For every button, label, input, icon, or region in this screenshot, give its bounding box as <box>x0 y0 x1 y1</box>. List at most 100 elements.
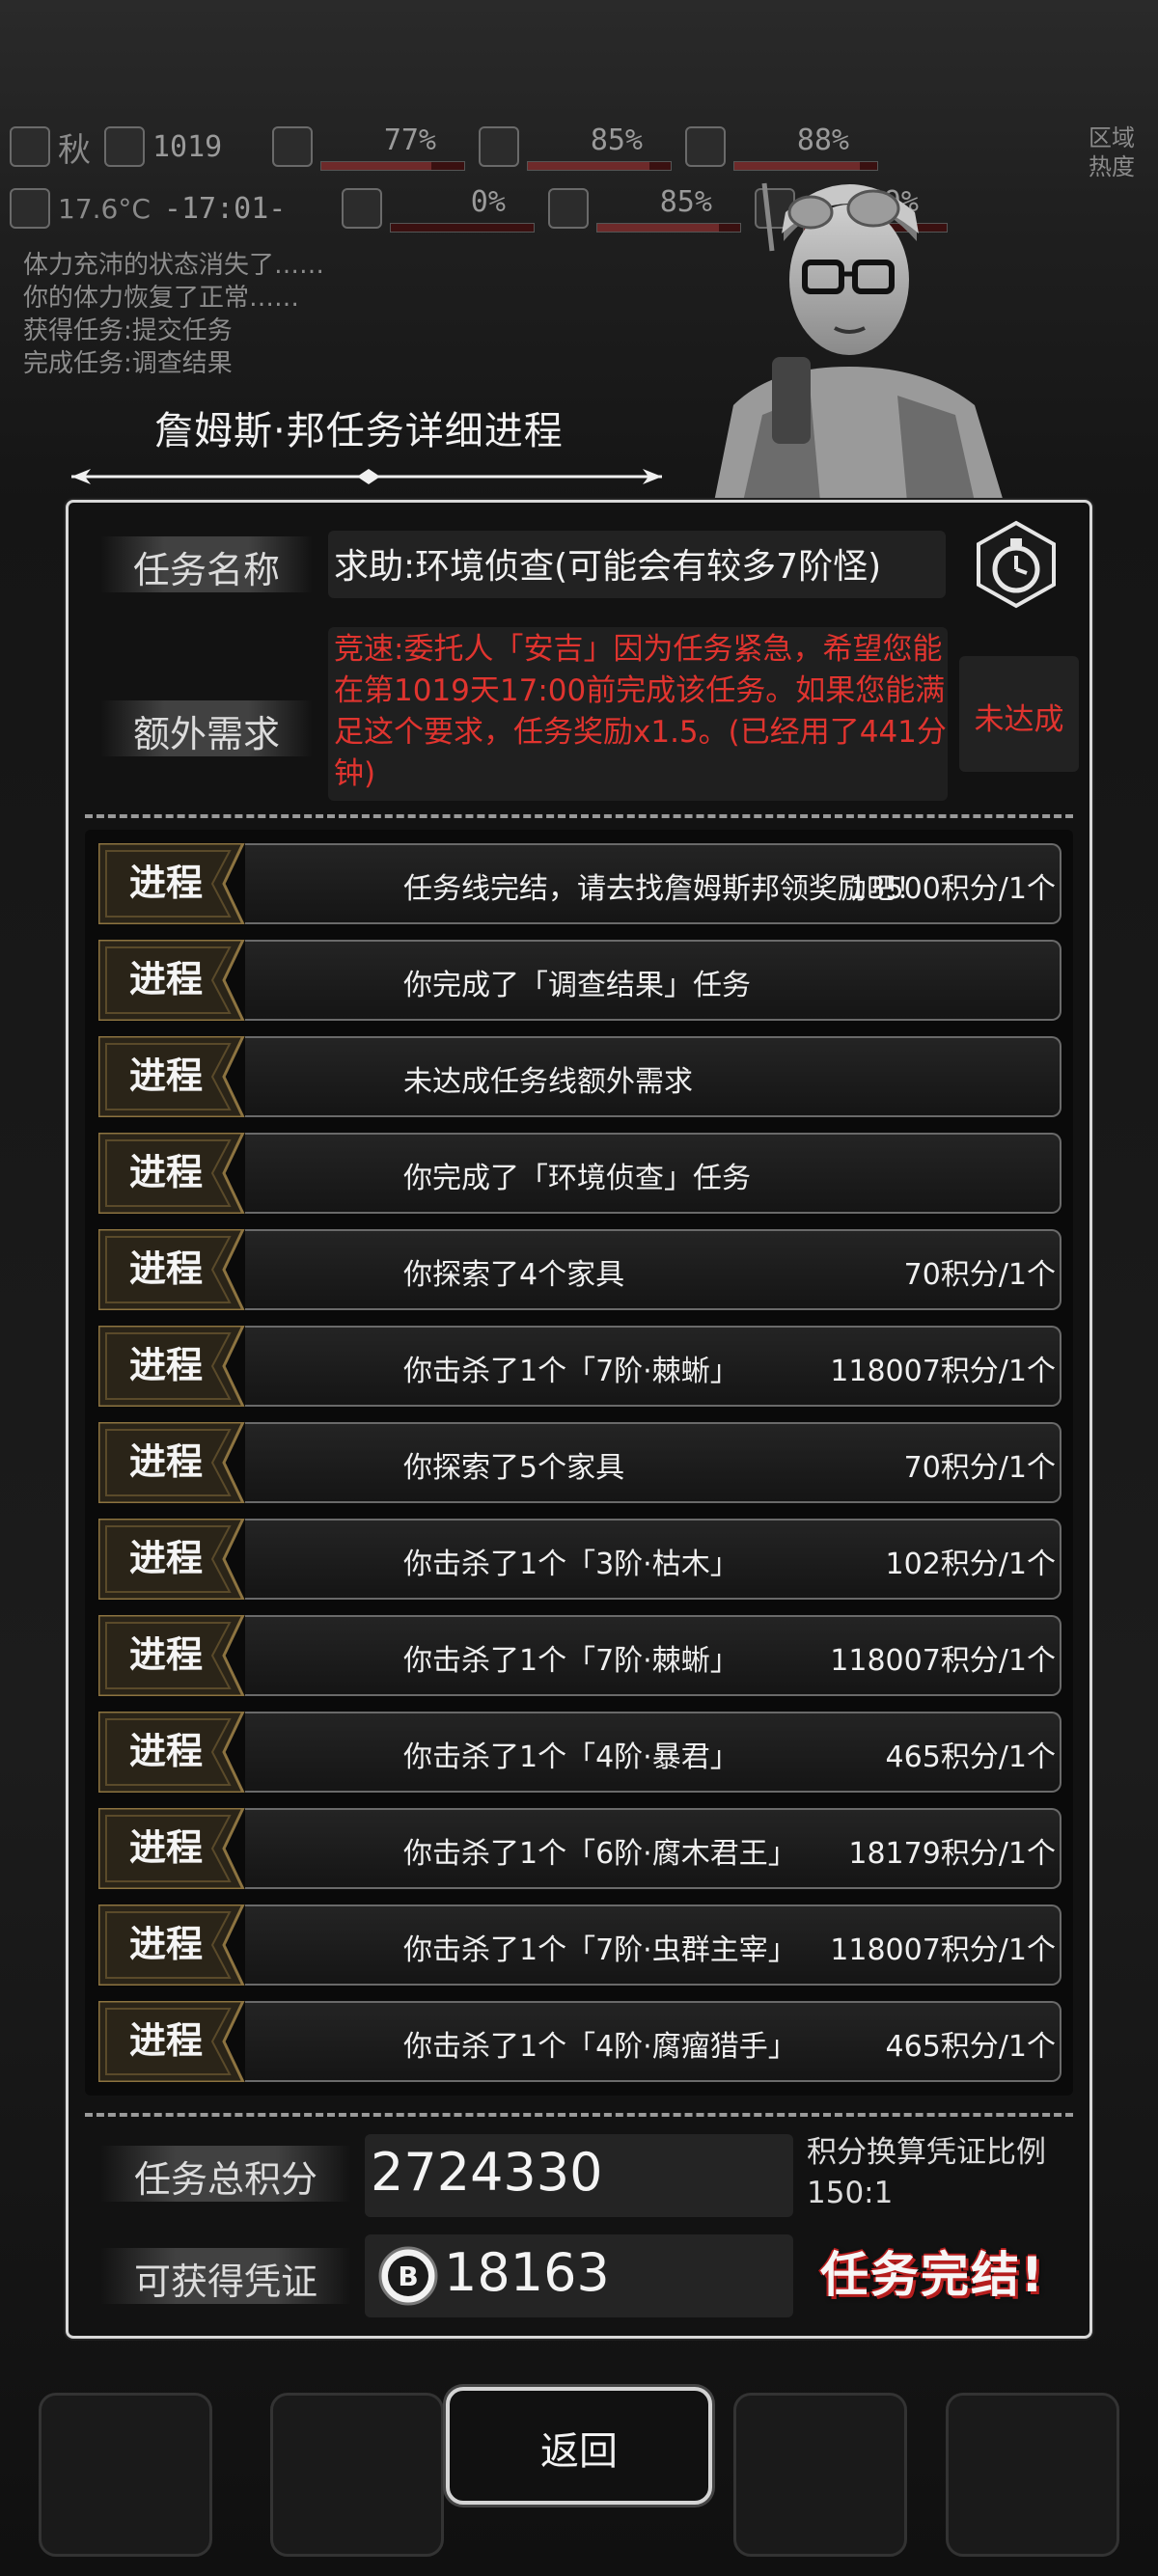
temperature-text: 17.6°C <box>58 192 151 225</box>
hunger-value: 85% <box>590 123 643 157</box>
progress-row: 进程 你击杀了1个「7阶·虫群主宰」 118007积分/1个 <box>98 1901 1062 1986</box>
infection-bar <box>389 222 535 233</box>
progress-row-body: 你探索了4个家具 70积分/1个 <box>245 1229 1062 1310</box>
svg-text:B: B <box>398 2261 418 2292</box>
progress-tag: 进程 <box>128 1826 203 1869</box>
progress-tag: 进程 <box>128 1730 203 1772</box>
log-line: 你的体力恢复了正常…… <box>23 284 300 313</box>
clock: -17:01- <box>164 192 328 226</box>
progress-points: 70积分/1个 <box>903 1451 1056 1485</box>
exchange-ratio: 积分换算凭证比例 150:1 <box>807 2132 1046 2213</box>
eye-icon <box>341 188 382 229</box>
health-stat: 77% <box>272 123 465 171</box>
progress-row: 进程 你击杀了1个「4阶·腐瘤猎手」 465积分/1个 <box>98 1997 1062 2082</box>
progress-row: 进程 你完成了「环境侦查」任务 <box>98 1129 1062 1214</box>
progress-description: 你击杀了1个「7阶·虫群主宰」 <box>403 1933 797 1967</box>
task-name-label: 任务名称 <box>132 549 280 591</box>
stopwatch-icon <box>977 520 1056 609</box>
progress-row-body: 你击杀了1个「7阶·虫群主宰」 118007积分/1个 <box>245 1905 1062 1986</box>
progress-points: 70积分/1个 <box>903 1258 1056 1292</box>
skills-nav-button <box>270 2393 444 2557</box>
stamina-stat: 88% <box>685 123 878 171</box>
progress-tag: 进程 <box>128 1633 203 1676</box>
progress-tag: 进程 <box>128 1923 203 1965</box>
progress-row-body: 你探索了5个家具 70积分/1个 <box>245 1422 1062 1503</box>
hunger-stat: 85% <box>479 123 672 171</box>
calendar-icon <box>104 126 145 167</box>
progress-tag: 进程 <box>128 2019 203 2062</box>
area-heat-label: 区域热度 <box>1089 124 1135 180</box>
progress-tag: 进程 <box>128 1247 203 1290</box>
progress-row-body: 你击杀了1个「7阶·棘蜥」 118007积分/1个 <box>245 1615 1062 1696</box>
progress-description: 你探索了4个家具 <box>403 1258 625 1292</box>
progress-row-body: 你击杀了1个「4阶·暴君」 465积分/1个 <box>245 1712 1062 1793</box>
progress-row: 进程 你击杀了1个「6阶·腐木君王」 18179积分/1个 <box>98 1804 1062 1889</box>
progress-points: 118007积分/1个 <box>830 1933 1056 1967</box>
progress-points: 18179积分/1个 <box>848 1837 1056 1871</box>
progress-tag: 进程 <box>128 1151 203 1193</box>
progress-row: 进程 你击杀了1个「4阶·暴君」 465积分/1个 <box>98 1708 1062 1793</box>
hud-status-row-top: 秋 1019 77% 85% 88% <box>10 118 878 176</box>
progress-description: 你击杀了1个「3阶·枯木」 <box>403 1548 739 1581</box>
progress-row-body: 你击杀了1个「7阶·棘蜥」 118007积分/1个 <box>245 1326 1062 1407</box>
task-name-value: 求助:环境侦查(可能会有较多7阶怪) <box>334 547 882 587</box>
season-indicator: 秋 <box>10 123 91 171</box>
infection-value: 0% <box>470 184 506 219</box>
progress-tag: 进程 <box>128 1055 203 1097</box>
log-line: 获得任务:提交任务 <box>23 316 233 345</box>
quest-giver-portrait <box>714 182 1004 502</box>
clock-text: -17:01- <box>163 191 287 226</box>
stomach-icon <box>479 126 519 167</box>
exchange-ratio-value: 150:1 <box>807 2176 894 2210</box>
event-log: 体力充沛的状态消失了…… 你的体力恢复了正常…… 获得任务:提交任务 完成任务:… <box>23 249 324 380</box>
menu-nav-button <box>946 2393 1119 2557</box>
progress-tag: 进程 <box>128 1344 203 1386</box>
progress-row-body: 你击杀了1个「3阶·枯木」 102积分/1个 <box>245 1519 1062 1600</box>
progress-tag: 进程 <box>128 1537 203 1579</box>
progress-row: 进程 你探索了4个家具 70积分/1个 <box>98 1225 1062 1310</box>
progress-row: 进程 你完成了「调查结果」任务 <box>98 936 1062 1021</box>
dashed-divider <box>85 2113 1073 2117</box>
progress-row: 进程 未达成任务线额外需求 <box>98 1032 1062 1117</box>
progress-points: 118007积分/1个 <box>830 1355 1056 1388</box>
progress-row: 进程 你击杀了1个「7阶·棘蜥」 118007积分/1个 <box>98 1322 1062 1407</box>
requirement-status: 未达成 <box>974 702 1064 737</box>
progress-row-body: 你击杀了1个「4阶·腐瘤猎手」 465积分/1个 <box>245 2001 1062 2082</box>
progress-tag: 进程 <box>128 958 203 1000</box>
progress-description: 你完成了「环境侦查」任务 <box>403 1162 751 1195</box>
season-text: 秋 <box>58 130 91 170</box>
backpack-nav-button <box>39 2393 212 2557</box>
progress-row: 进程 你探索了5个家具 70积分/1个 <box>98 1418 1062 1503</box>
task-complete-stamp: 任务完结! <box>820 2247 1045 2303</box>
water-drop-icon <box>547 188 589 229</box>
progress-description: 你击杀了1个「7阶·棘蜥」 <box>403 1644 739 1678</box>
progress-description: 你击杀了1个「6阶·腐木君王」 <box>403 1837 797 1871</box>
progress-row-body: 你完成了「环境侦查」任务 <box>245 1133 1062 1214</box>
progress-description: 任务线完结，请去找詹姆斯邦领奖励吧！ <box>403 872 924 906</box>
progress-row: 进程 你击杀了1个「3阶·枯木」 102积分/1个 <box>98 1515 1062 1600</box>
total-points-value: 2724330 <box>371 2142 603 2203</box>
stamina-bar <box>733 160 878 171</box>
progress-row-body: 你击杀了1个「6阶·腐木君王」 18179积分/1个 <box>245 1808 1062 1889</box>
progress-points: 102积分/1个 <box>885 1548 1056 1581</box>
log-line: 体力充沛的状态消失了…… <box>23 251 325 280</box>
exchange-ratio-label: 积分换算凭证比例 <box>807 2135 1046 2170</box>
back-button-label[interactable]: 返回 <box>446 2420 712 2476</box>
progress-description: 你完成了「调查结果」任务 <box>403 969 751 1002</box>
progress-points: 465积分/1个 <box>885 2030 1056 2064</box>
title-ornament-line <box>71 469 662 484</box>
voucher-value: 18163 <box>444 2242 610 2303</box>
battery-icon <box>685 126 726 167</box>
progress-description: 你击杀了1个「4阶·腐瘤猎手」 <box>403 2030 797 2064</box>
medkit-icon <box>272 126 313 167</box>
progress-points: 465积分/1个 <box>885 1740 1056 1774</box>
dialog-title: 詹姆斯·邦任务详细进程 <box>154 409 564 453</box>
progress-description: 你探索了5个家具 <box>403 1451 625 1485</box>
voucher-label: 可获得凭证 <box>133 2261 317 2303</box>
progress-description: 你击杀了1个「7阶·棘蜥」 <box>403 1355 739 1388</box>
progress-row: 进程 任务线完结，请去找詹姆斯邦领奖励吧！ 13500积分/1个 <box>98 839 1062 924</box>
hunger-bar <box>527 160 672 171</box>
voucher-coin-icon: B <box>378 2246 438 2306</box>
progress-row-body: 未达成任务线额外需求 <box>245 1036 1062 1117</box>
progress-description: 未达成任务线额外需求 <box>403 1065 693 1099</box>
